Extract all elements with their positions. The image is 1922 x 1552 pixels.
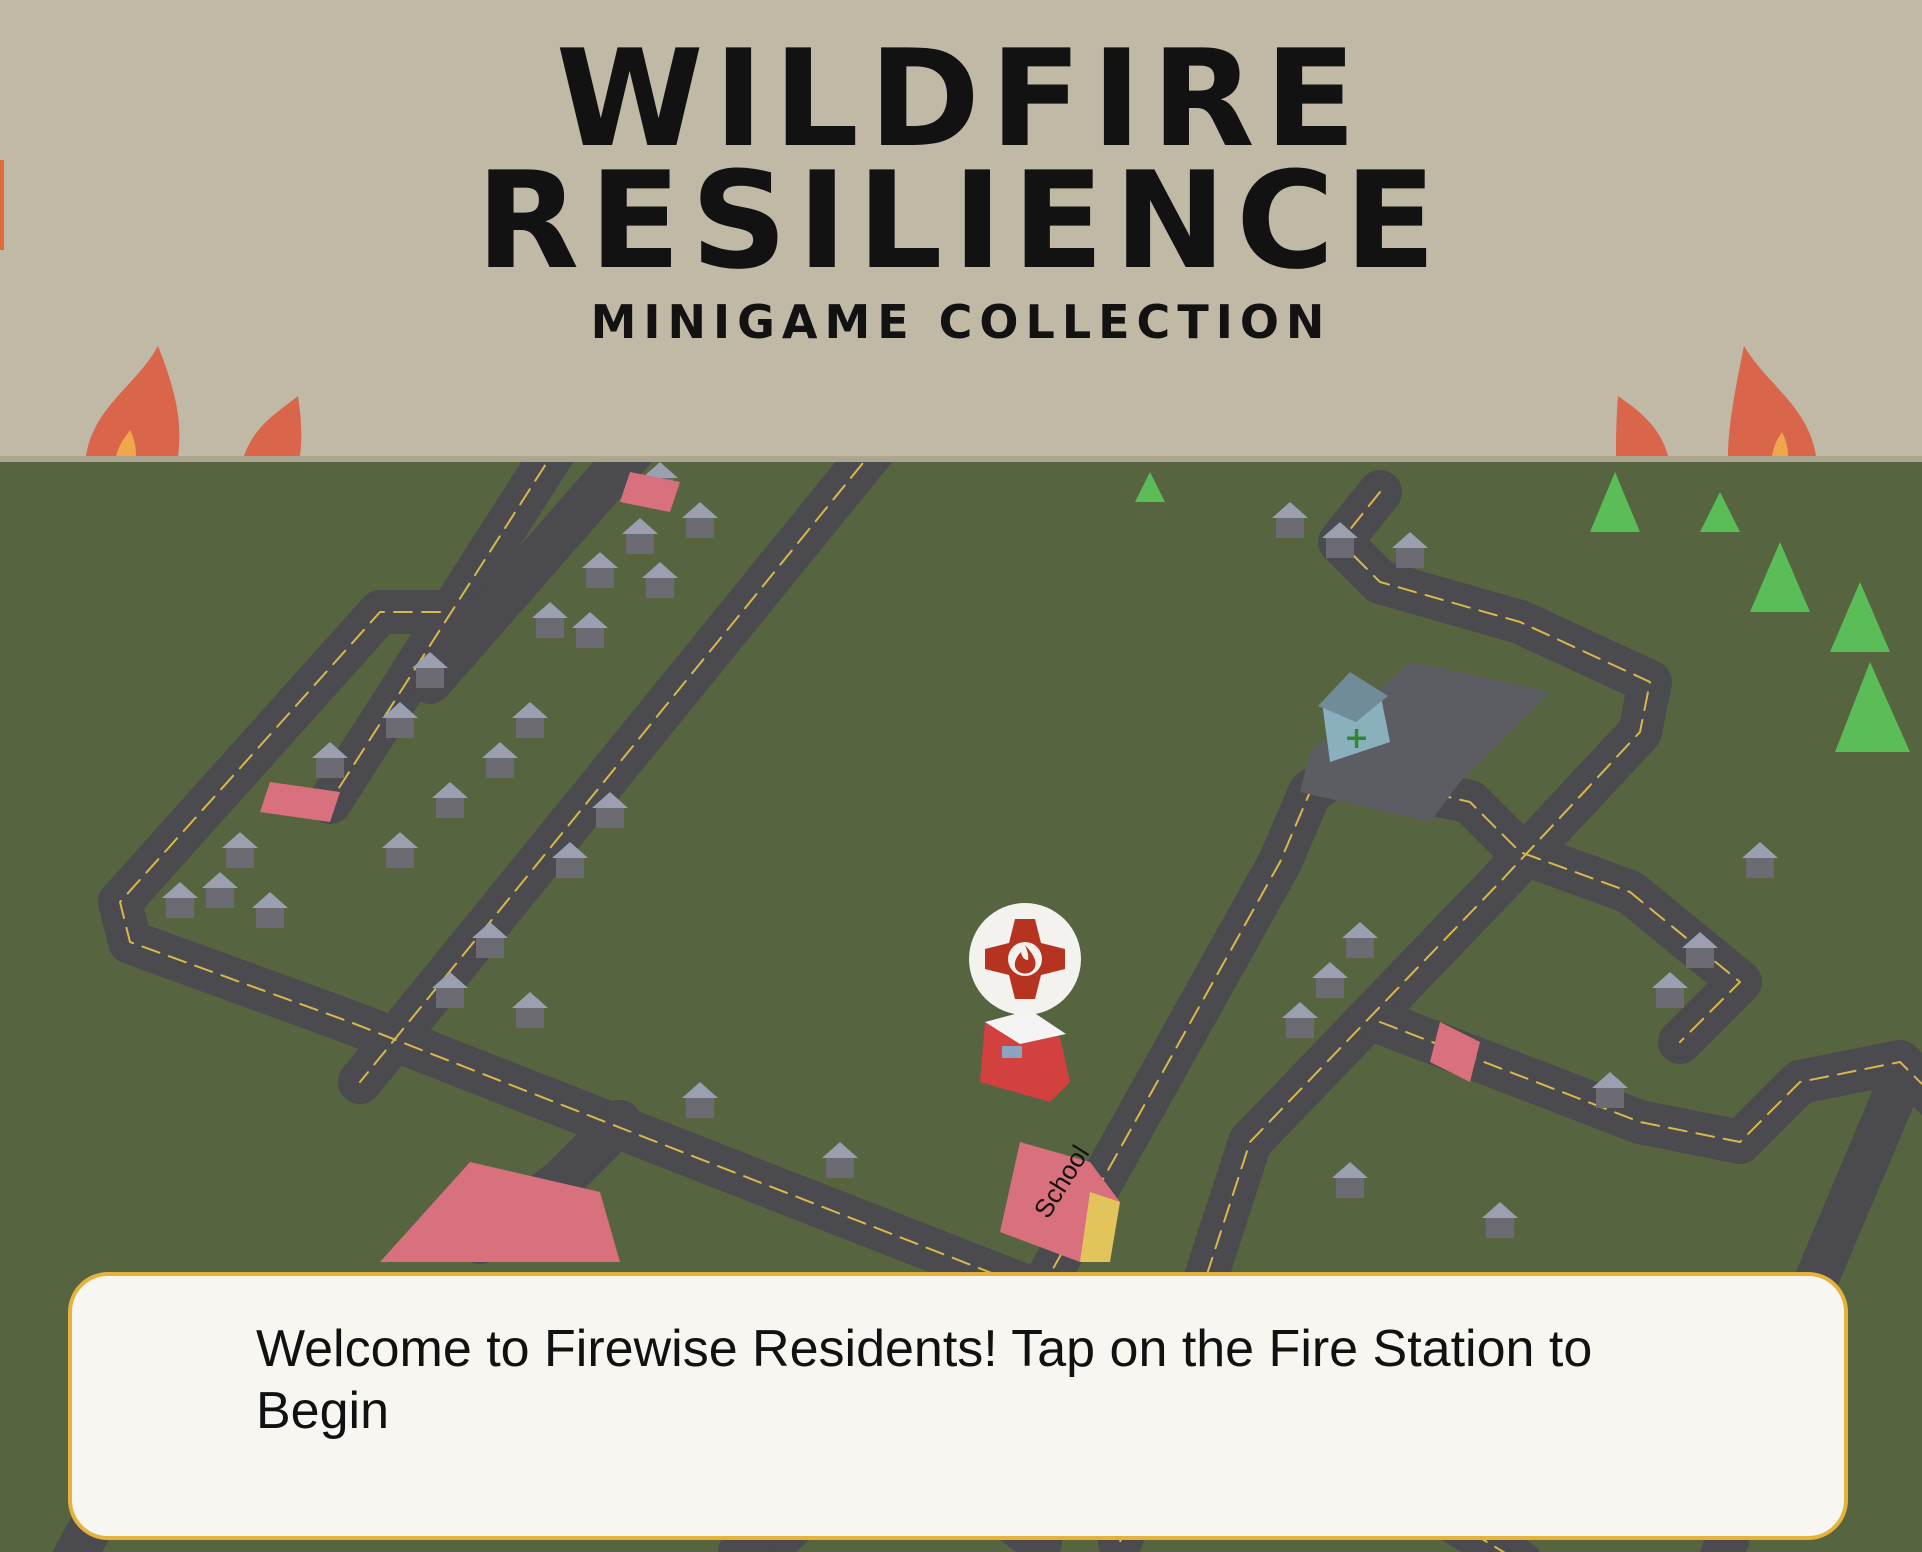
flame-icon [1616, 396, 1668, 456]
title-banner: WILDFIRE RESILIENCE MINIGAME COLLECTION [0, 0, 1922, 462]
fire-department-maltese-cross-icon [969, 903, 1081, 1015]
message-dialog[interactable]: Welcome to Firewise Residents! Tap on th… [68, 1272, 1848, 1540]
flame-icon [244, 396, 302, 456]
game-subtitle: MINIGAME COLLECTION [590, 295, 1332, 349]
dialog-message: Welcome to Firewise Residents! Tap on th… [256, 1320, 1593, 1440]
flame-icon [86, 346, 180, 456]
flame-icon [1728, 346, 1816, 456]
hospital-cross-icon: + [1344, 721, 1369, 756]
fire-station-button[interactable] [968, 902, 1082, 1016]
game-title-line2: RESILIENCE [476, 143, 1446, 299]
